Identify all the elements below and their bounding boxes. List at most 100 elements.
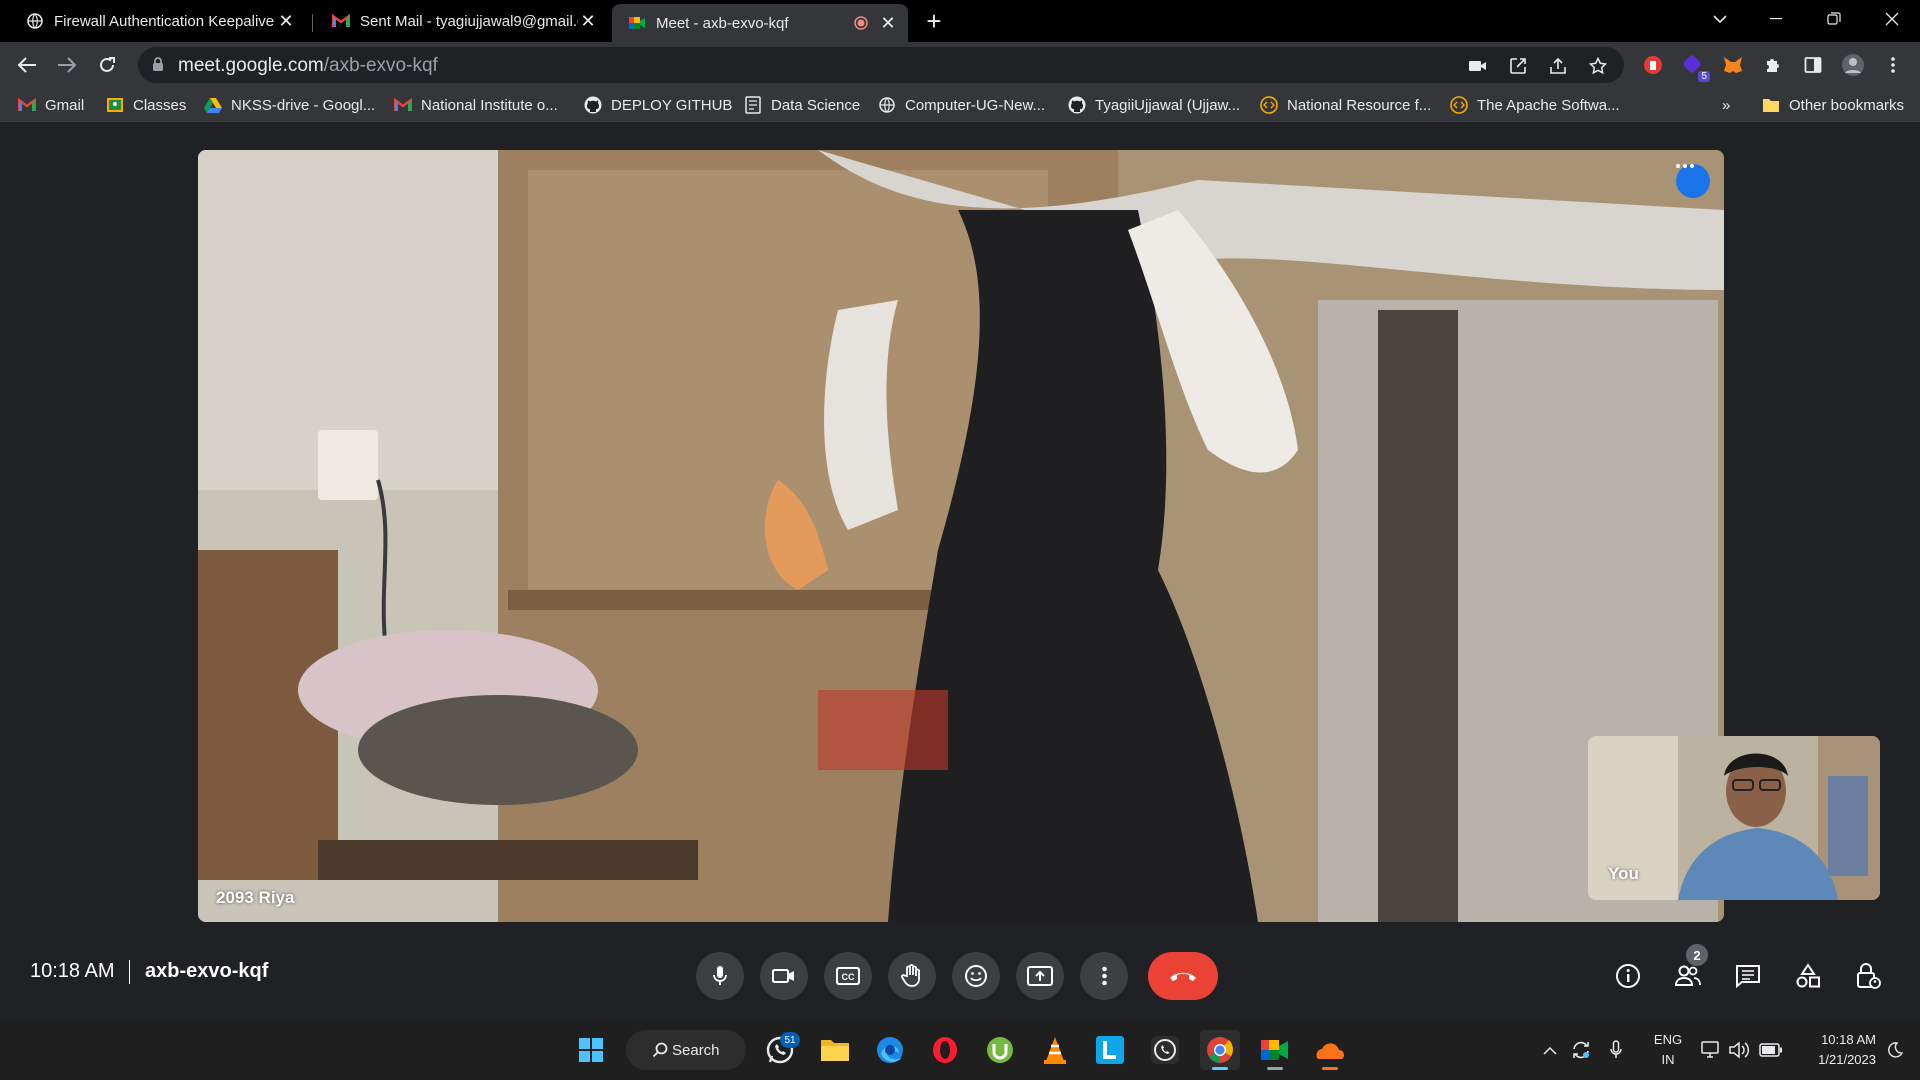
bookmark-national-institute[interactable]: National Institute o... — [394, 94, 558, 116]
tab-divider — [312, 14, 313, 32]
microphone-button[interactable] — [696, 952, 744, 1000]
region-code: IN — [1661, 1052, 1675, 1067]
volume-tray-icon[interactable] — [1728, 1038, 1752, 1062]
utorrent-taskbar[interactable] — [980, 1030, 1020, 1070]
bookmark-label: Other bookmarks — [1789, 96, 1905, 114]
reload-button[interactable] — [92, 50, 122, 80]
other-bookmarks[interactable]: Other bookmarks — [1762, 94, 1904, 116]
chrome-menu-icon[interactable] — [1880, 52, 1906, 78]
minimize-button[interactable] — [1748, 0, 1804, 38]
tab-firewall[interactable]: Firewall Authentication Keepalive ✕ — [10, 4, 306, 38]
chat-button[interactable] — [1724, 952, 1772, 1000]
microphone-tray-icon[interactable] — [1606, 1038, 1626, 1062]
camera-in-use-icon[interactable] — [1468, 56, 1488, 76]
back-button[interactable] — [12, 50, 42, 80]
battery-tray-icon[interactable] — [1758, 1038, 1784, 1062]
input-language[interactable]: ENG IN — [1650, 1030, 1686, 1070]
lock-person-icon — [1857, 963, 1881, 989]
meet-icon — [628, 14, 646, 32]
participant-video-tile[interactable]: 2093 Riya — [198, 150, 1724, 922]
close-tab-icon[interactable]: ✕ — [276, 11, 296, 32]
bookmark-star-icon[interactable] — [1588, 56, 1608, 76]
open-in-new-window-icon[interactable] — [1508, 56, 1528, 76]
bookmark-label: Computer-UG-New... — [905, 96, 1046, 114]
self-video-tile[interactable]: You — [1588, 736, 1880, 900]
bookmark-apache[interactable]: The Apache Softwa... — [1450, 94, 1620, 116]
restore-button[interactable] — [1806, 0, 1862, 38]
camera-button[interactable] — [760, 952, 808, 1000]
meet-taskbar[interactable] — [1255, 1030, 1295, 1070]
participant-video-feed — [198, 150, 1724, 922]
extension-red-icon[interactable] — [1640, 52, 1666, 78]
activities-button[interactable] — [1784, 952, 1832, 1000]
tab-search-icon[interactable] — [1692, 0, 1748, 38]
whatsapp-desktop-taskbar[interactable] — [1145, 1030, 1185, 1070]
close-tab-icon[interactable]: ✕ — [878, 13, 898, 34]
vlc-taskbar[interactable] — [1035, 1030, 1075, 1070]
network-tray-icon[interactable] — [1700, 1038, 1722, 1062]
svg-text:CC: CC — [842, 972, 855, 982]
focus-assist-icon[interactable] — [1884, 1038, 1906, 1062]
taskbar-search[interactable]: Search — [626, 1030, 746, 1070]
network-monitor-icon — [1701, 1041, 1719, 1058]
overflow-chevron: » — [1722, 96, 1731, 114]
new-tab-button[interactable]: + — [920, 7, 948, 35]
sync-tray-icon[interactable] — [1568, 1038, 1594, 1062]
side-panel-icon[interactable] — [1800, 52, 1826, 78]
opera-icon — [933, 1037, 957, 1063]
bookmark-label: National Institute o... — [421, 96, 558, 114]
edge-taskbar[interactable] — [870, 1030, 910, 1070]
cloud-app-taskbar[interactable] — [1310, 1030, 1350, 1070]
raise-hand-button[interactable] — [888, 952, 936, 1000]
people-button[interactable]: 2 — [1664, 944, 1712, 1000]
more-options-button[interactable] — [1080, 952, 1128, 1000]
host-controls-button[interactable] — [1844, 952, 1892, 1000]
lock-icon[interactable] — [152, 56, 164, 77]
more-vert-icon — [1101, 966, 1107, 986]
extensions-puzzle-icon[interactable] — [1760, 52, 1786, 78]
language-code: ENG — [1653, 1032, 1683, 1047]
bookmark-computer-ug[interactable]: Computer-UG-New... — [878, 94, 1045, 116]
bookmark-deploy-github[interactable]: DEPLOY GITHUB — [584, 94, 732, 116]
reactions-button[interactable] — [952, 952, 1000, 1000]
meeting-details-button[interactable] — [1604, 952, 1652, 1000]
meet-icon — [1261, 1040, 1288, 1060]
close-window-button[interactable] — [1864, 0, 1920, 38]
file-explorer-taskbar[interactable] — [815, 1030, 855, 1070]
metamask-icon[interactable] — [1720, 52, 1746, 78]
bookmarks-overflow-button[interactable]: » — [1722, 94, 1730, 116]
bookmark-nkss-drive[interactable]: NKSS-drive - Googl... — [204, 94, 375, 116]
forward-button[interactable] — [52, 50, 82, 80]
bookmark-national-resource[interactable]: National Resource f... — [1260, 94, 1431, 116]
tab-sent-mail[interactable]: Sent Mail - tyagiujjawal9@gmail.c ✕ — [316, 4, 608, 38]
bookmark-label: TyagiiUjjawal (Ujjaw... — [1095, 96, 1241, 114]
profile-avatar-icon[interactable] — [1840, 52, 1866, 78]
present-screen-button[interactable] — [1016, 952, 1064, 1000]
extension-purple-icon[interactable]: 5 — [1680, 52, 1710, 82]
tab-meet[interactable]: Meet - axb-exvo-kqf ✕ — [612, 4, 908, 42]
present-to-all-icon — [1027, 966, 1053, 986]
running-app-indicator — [1322, 1067, 1338, 1070]
leave-call-button[interactable] — [1148, 952, 1218, 1000]
bookmark-label: Gmail — [45, 96, 85, 114]
edge-icon — [877, 1037, 903, 1063]
address-bar[interactable]: meet.google.com/axb-exvo-kqf — [138, 47, 1624, 83]
bookmark-tyagiiujjawal[interactable]: TyagiiUjjawal (Ujjaw... — [1068, 94, 1240, 116]
taskbar-clock[interactable]: 10:18 AM 1/21/2023 — [1796, 1030, 1876, 1070]
more-horiz-icon — [1676, 164, 1694, 168]
bookmark-classes[interactable]: Classes — [106, 94, 186, 116]
whatsapp-taskbar[interactable]: 51 — [760, 1030, 800, 1070]
tile-more-options-button[interactable] — [1676, 164, 1710, 198]
classroom-icon — [106, 96, 124, 114]
close-tab-icon[interactable]: ✕ — [578, 11, 598, 32]
share-icon[interactable] — [1548, 56, 1568, 76]
bookmark-data-science[interactable]: Data Science — [744, 94, 860, 116]
l-app-taskbar[interactable] — [1090, 1030, 1130, 1070]
start-button[interactable] — [571, 1030, 611, 1070]
captions-button[interactable]: CC — [824, 952, 872, 1000]
opera-taskbar[interactable] — [925, 1030, 965, 1070]
code-icon — [1450, 96, 1468, 114]
chrome-taskbar[interactable] — [1200, 1030, 1240, 1070]
show-hidden-icons-button[interactable] — [1540, 1038, 1560, 1062]
bookmark-gmail[interactable]: Gmail — [18, 94, 84, 116]
